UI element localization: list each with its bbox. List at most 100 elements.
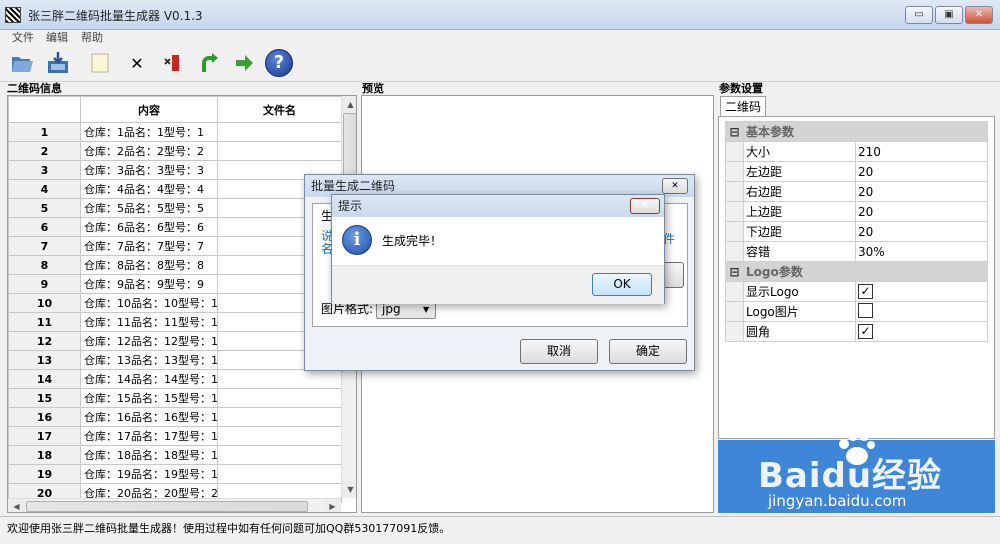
content-cell[interactable]: 仓库：14品名：14型号：14 <box>80 369 218 389</box>
table-row[interactable]: 2 仓库：2品名：2型号：2 <box>8 141 342 161</box>
new-file-icon[interactable] <box>86 49 114 77</box>
content-cell[interactable]: 仓库：16品名：16型号：16 <box>80 407 218 427</box>
property-row[interactable]: 大小 210 <box>725 141 989 162</box>
scroll-left-button[interactable]: ◀ <box>8 499 25 512</box>
property-row[interactable]: Logo图片 <box>725 301 989 322</box>
content-cell[interactable]: 仓库：2品名：2型号：2 <box>80 141 218 161</box>
content-cell[interactable]: 仓库：7品名：7型号：7 <box>80 236 218 256</box>
restore-button[interactable]: ▣ <box>935 6 963 24</box>
content-cell[interactable]: 仓库：5品名：5型号：5 <box>80 198 218 218</box>
open-folder-icon[interactable] <box>8 49 36 77</box>
forward-icon[interactable] <box>230 49 258 77</box>
filename-cell[interactable] <box>217 122 342 142</box>
property-row[interactable]: 左边距 20 <box>725 161 989 182</box>
property-value[interactable]: 20 <box>854 221 989 242</box>
content-cell[interactable]: 仓库：6品名：6型号：6 <box>80 217 218 237</box>
content-cell[interactable]: 仓库：19品名：19型号：19 <box>80 464 218 484</box>
row-number[interactable]: 16 <box>8 407 81 427</box>
row-number[interactable]: 3 <box>8 160 81 180</box>
row-number[interactable]: 4 <box>8 179 81 199</box>
filename-cell[interactable] <box>217 388 342 408</box>
row-number[interactable]: 17 <box>8 426 81 446</box>
table-row[interactable]: 18 仓库：18品名：18型号：18 <box>8 445 342 465</box>
collapse-toggle-icon[interactable]: ⊟ <box>725 261 744 282</box>
content-cell[interactable]: 仓库：1品名：1型号：1 <box>80 122 218 142</box>
table-row[interactable]: 5 仓库：5品名：5型号：5 <box>8 198 342 218</box>
table-row[interactable]: 19 仓库：19品名：19型号：19 <box>8 464 342 484</box>
table-row[interactable]: 17 仓库：17品名：17型号：17 <box>8 426 342 446</box>
property-value[interactable]: 210 <box>854 141 989 162</box>
batch-dialog-close-button[interactable]: ✕ <box>662 178 688 194</box>
scroll-up-button[interactable]: ▲ <box>342 96 356 113</box>
checkbox-unchecked[interactable] <box>858 302 873 318</box>
content-cell[interactable]: 仓库：18品名：18型号：18 <box>80 445 218 465</box>
table-row[interactable]: 3 仓库：3品名：3型号：3 <box>8 160 342 180</box>
menu-edit[interactable]: 编辑 <box>46 29 68 45</box>
property-value[interactable]: 20 <box>854 201 989 222</box>
property-row[interactable]: 上边距 20 <box>725 201 989 222</box>
filename-cell[interactable] <box>217 141 342 161</box>
row-number[interactable]: 18 <box>8 445 81 465</box>
scroll-right-button[interactable]: ▶ <box>324 499 341 512</box>
menu-file[interactable]: 文件 <box>12 29 34 45</box>
content-cell[interactable]: 仓库：4品名：4型号：4 <box>80 179 218 199</box>
content-cell[interactable]: 仓库：3品名：3型号：3 <box>80 160 218 180</box>
table-row[interactable]: 8 仓库：8品名：8型号：8 <box>8 255 342 275</box>
horizontal-scrollbar[interactable]: ◀ ▶ <box>8 498 341 512</box>
row-number[interactable]: 19 <box>8 464 81 484</box>
table-row[interactable]: 13 仓库：13品名：13型号：13 <box>8 350 342 370</box>
row-number[interactable]: 2 <box>8 141 81 161</box>
filename-cell[interactable] <box>217 426 342 446</box>
confirm-button[interactable]: 确定 <box>609 339 687 364</box>
collapse-toggle-icon[interactable]: ⊟ <box>725 121 744 142</box>
property-row[interactable]: 容错 30% <box>725 241 989 262</box>
row-number[interactable]: 10 <box>8 293 81 313</box>
table-row[interactable]: 4 仓库：4品名：4型号：4 <box>8 179 342 199</box>
ok-button[interactable]: OK <box>592 273 652 296</box>
column-header-filename[interactable]: 文件名 <box>217 96 342 123</box>
content-cell[interactable]: 仓库：13品名：13型号：13 <box>80 350 218 370</box>
row-number[interactable]: 15 <box>8 388 81 408</box>
content-cell[interactable]: 仓库：17品名：17型号：17 <box>80 426 218 446</box>
checkbox-checked[interactable]: ✓ <box>858 324 873 339</box>
content-cell[interactable]: 仓库：15品名：15型号：15 <box>80 388 218 408</box>
column-header-content[interactable]: 内容 <box>80 96 218 123</box>
scroll-down-button[interactable]: ▼ <box>342 481 356 498</box>
table-row[interactable]: 16 仓库：16品名：16型号：16 <box>8 407 342 427</box>
content-cell[interactable]: 仓库：11品名：11型号：11 <box>80 312 218 332</box>
property-group-header[interactable]: ⊟ Logo参数 <box>725 261 989 282</box>
row-number[interactable]: 9 <box>8 274 81 294</box>
filename-cell[interactable] <box>217 464 342 484</box>
filename-cell[interactable] <box>217 445 342 465</box>
row-number[interactable]: 1 <box>8 122 81 142</box>
property-value[interactable]: 20 <box>854 181 989 202</box>
content-cell[interactable]: 仓库：10品名：10型号：10 <box>80 293 218 313</box>
row-number[interactable]: 14 <box>8 369 81 389</box>
alert-close-button[interactable]: ✕ <box>630 198 660 214</box>
row-number[interactable]: 12 <box>8 331 81 351</box>
help-icon[interactable]: ? <box>264 48 294 78</box>
redo-icon[interactable] <box>195 49 223 77</box>
close-button[interactable]: ✕ <box>965 6 993 24</box>
menu-help[interactable]: 帮助 <box>81 29 103 45</box>
property-row[interactable]: 下边距 20 <box>725 221 989 242</box>
import-icon[interactable] <box>44 49 72 77</box>
content-cell[interactable]: 仓库：12品名：12型号：12 <box>80 331 218 351</box>
checkbox-checked[interactable]: ✓ <box>858 284 873 299</box>
delete-icon[interactable]: ✕ <box>123 49 151 77</box>
table-row[interactable]: 1 仓库：1品名：1型号：1 <box>8 122 342 142</box>
filename-cell[interactable] <box>217 407 342 427</box>
table-row[interactable]: 10 仓库：10品名：10型号：10 <box>8 293 342 313</box>
row-number[interactable]: 13 <box>8 350 81 370</box>
table-row[interactable]: 14 仓库：14品名：14型号：14 <box>8 369 342 389</box>
tab-qrcode[interactable]: 二维码 <box>720 96 766 117</box>
content-cell[interactable]: 仓库：9品名：9型号：9 <box>80 274 218 294</box>
filename-cell[interactable] <box>217 369 342 389</box>
table-row[interactable]: 9 仓库：9品名：9型号：9 <box>8 274 342 294</box>
property-value[interactable]: 30% <box>854 241 989 262</box>
property-group-header[interactable]: ⊟ 基本参数 <box>725 121 989 142</box>
row-number[interactable]: 7 <box>8 236 81 256</box>
content-cell[interactable]: 仓库：8品名：8型号：8 <box>80 255 218 275</box>
property-row[interactable]: 右边距 20 <box>725 181 989 202</box>
row-number[interactable]: 6 <box>8 217 81 237</box>
